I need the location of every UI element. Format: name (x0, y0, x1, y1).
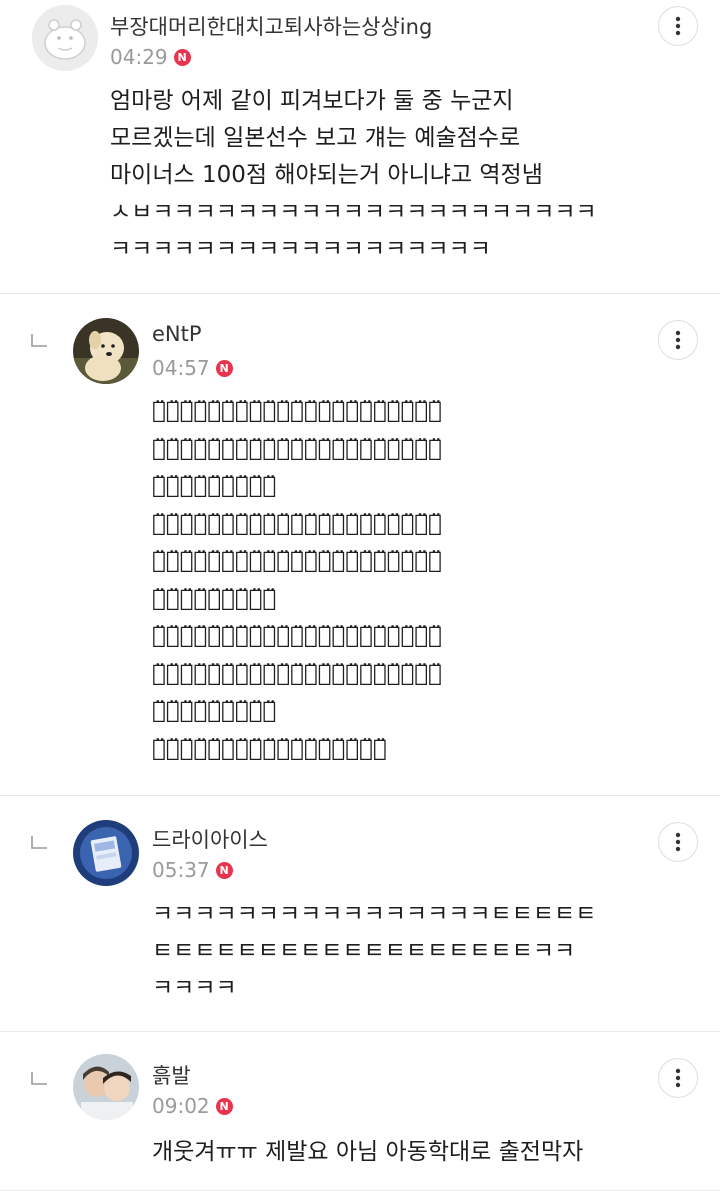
dog-avatar-icon (73, 318, 139, 384)
comment-line: ㅋㅋㅋㅋㅋㅋㅋㅋㅋㅋㅋㅋㅋㅋㅋㅋㅌㅌㅌㅌㅌ (152, 901, 597, 927)
reply-arrow-icon (31, 334, 47, 347)
timestamp: 04:29 (110, 45, 168, 69)
comment-line: ㅋ̈ㅋ̈ㅋ̈ㅋ̈ㅋ̈ㅋ̈ㅋ̈ㅋ̈ㅋ̈ㅋ̈ㅋ̈ㅋ̈ㅋ̈ㅋ̈ㅋ̈ㅋ̈ㅋ̈ㅋ̈ㅋ̈ㅋ̈… (152, 623, 442, 649)
avatar[interactable] (73, 318, 139, 384)
reply-arrow-icon (31, 836, 47, 849)
comment-line: 개웃겨ㅠㅠ 제발요 아님 아동학대로 출전막자 (152, 1139, 584, 1165)
comment-line: 모르겠는데 일본선수 보고 걔는 예술점수로 (110, 125, 521, 151)
author-name[interactable]: eNtP (152, 322, 202, 346)
people-avatar-icon (73, 1054, 139, 1120)
author-name[interactable]: 드라이아이스 (152, 824, 268, 854)
comment-line: 엄마랑 어제 같이 피겨보다가 둘 중 누군지 (110, 88, 514, 114)
new-badge: N (173, 48, 191, 66)
comment-time: 09:02 N (152, 1094, 233, 1118)
comment-body: 엄마랑 어제 같이 피겨보다가 둘 중 누군지 모르겠는데 일본선수 보고 걔는… (110, 83, 597, 268)
comment-1: 부장대머리한대치고퇴사하는상상ing 04:29 N 엄마랑 어제 같이 피겨보… (0, 0, 720, 294)
comment-body: 개웃겨ㅠㅠ 제발요 아님 아동학대로 출전막자 (152, 1134, 583, 1171)
comment-time: 05:37 N (152, 858, 233, 882)
more-options-button[interactable] (658, 1058, 698, 1098)
more-options-button[interactable] (658, 6, 698, 46)
comment-time: 04:57 N (152, 356, 233, 380)
comment-line: ㅋㅋㅋㅋ (152, 975, 237, 1001)
more-vertical-icon (675, 16, 681, 36)
comment-line: ㅅㅂㅋㅋㅋㅋㅋㅋㅋㅋㅋㅋㅋㅋㅋㅋㅋㅋㅋㅋㅋㅋㅋ (110, 199, 597, 225)
comment-line: ㅋ̈ㅋ̈ㅋ̈ㅋ̈ㅋ̈ㅋ̈ㅋ̈ㅋ̈ㅋ̈ㅋ̈ㅋ̈ㅋ̈ㅋ̈ㅋ̈ㅋ̈ㅋ̈ㅋ̈ㅋ̈ㅋ̈ㅋ̈… (152, 510, 442, 537)
comment-3: 드라이아이스 05:37 N ㅋㅋㅋㅋㅋㅋㅋㅋㅋㅋㅋㅋㅋㅋㅋㅋㅌㅌㅌㅌㅌ ㅌㅌㅌ… (0, 796, 720, 1032)
new-badge: N (215, 861, 233, 879)
avatar[interactable] (32, 5, 98, 71)
timestamp: 09:02 (152, 1094, 210, 1118)
comment-line: ㅋ̈ㅋ̈ㅋ̈ㅋ̈ㅋ̈ㅋ̈ㅋ̈ㅋ̈ㅋ̈ (152, 473, 277, 499)
comment-body: ㅋㅋㅋㅋㅋㅋㅋㅋㅋㅋㅋㅋㅋㅋㅋㅋㅌㅌㅌㅌㅌ ㅌㅌㅌㅌㅌㅌㅌㅌㅌㅌㅌㅌㅌㅌㅌㅌㅌㅌ… (152, 896, 596, 1007)
comment-line: ㅋ̈ㅋ̈ㅋ̈ㅋ̈ㅋ̈ㅋ̈ㅋ̈ㅋ̈ㅋ̈ (152, 585, 277, 612)
avatar[interactable] (73, 1054, 139, 1120)
author-name[interactable]: 부장대머리한대치고퇴사하는상상ing (110, 11, 432, 41)
comment-line: ㅋ̈ㅋ̈ㅋ̈ㅋ̈ㅋ̈ㅋ̈ㅋ̈ㅋ̈ㅋ̈ㅋ̈ㅋ̈ㅋ̈ㅋ̈ㅋ̈ㅋ̈ㅋ̈ㅋ̈ (152, 735, 387, 762)
timestamp: 04:57 (152, 356, 210, 380)
comment-time: 04:29 N (110, 45, 191, 69)
more-options-button[interactable] (658, 822, 698, 862)
comment-line: 마이너스 100점 해야되는거 아니냐고 역정냄 (110, 162, 543, 188)
comment-line: ㅋ̈ㅋ̈ㅋ̈ㅋ̈ㅋ̈ㅋ̈ㅋ̈ㅋ̈ㅋ̈ (152, 698, 277, 724)
comment-line: ㅋ̈ㅋ̈ㅋ̈ㅋ̈ㅋ̈ㅋ̈ㅋ̈ㅋ̈ㅋ̈ㅋ̈ㅋ̈ㅋ̈ㅋ̈ㅋ̈ㅋ̈ㅋ̈ㅋ̈ㅋ̈ㅋ̈ㅋ̈… (152, 548, 442, 574)
reply-arrow-icon (31, 1072, 47, 1085)
new-badge: N (215, 1097, 233, 1115)
hippo-avatar-icon (32, 5, 98, 71)
comment-4: 흙발 09:02 N 개웃겨ㅠㅠ 제발요 아님 아동학대로 출전막자 (0, 1032, 720, 1191)
comment-line: ㅌㅌㅌㅌㅌㅌㅌㅌㅌㅌㅌㅌㅌㅌㅌㅌㅌㅌㅋㅋ (152, 938, 576, 964)
comment-line: ㅋㅋㅋㅋㅋㅋㅋㅋㅋㅋㅋㅋㅋㅋㅋㅋㅋㅋ (110, 236, 491, 262)
more-vertical-icon (675, 1068, 681, 1088)
more-vertical-icon (675, 330, 681, 350)
comment-2: eNtP 04:57 N ㅋ̈ㅋ̈ㅋ̈ㅋ̈ㅋ̈ㅋ̈ㅋ̈ㅋ̈ㅋ̈ㅋ̈ㅋ̈ㅋ̈ㅋ̈ㅋ… (0, 294, 720, 796)
dry-ice-avatar-icon (73, 820, 139, 886)
more-options-button[interactable] (658, 320, 698, 360)
more-vertical-icon (675, 832, 681, 852)
comment-body: ㅋ̈ㅋ̈ㅋ̈ㅋ̈ㅋ̈ㅋ̈ㅋ̈ㅋ̈ㅋ̈ㅋ̈ㅋ̈ㅋ̈ㅋ̈ㅋ̈ㅋ̈ㅋ̈ㅋ̈ㅋ̈ㅋ̈ㅋ̈… (152, 393, 442, 768)
comment-line: ㅋ̈ㅋ̈ㅋ̈ㅋ̈ㅋ̈ㅋ̈ㅋ̈ㅋ̈ㅋ̈ㅋ̈ㅋ̈ㅋ̈ㅋ̈ㅋ̈ㅋ̈ㅋ̈ㅋ̈ㅋ̈ㅋ̈ㅋ̈… (152, 435, 442, 462)
new-badge: N (215, 359, 233, 377)
avatar[interactable] (73, 820, 139, 886)
comment-line: ㅋ̈ㅋ̈ㅋ̈ㅋ̈ㅋ̈ㅋ̈ㅋ̈ㅋ̈ㅋ̈ㅋ̈ㅋ̈ㅋ̈ㅋ̈ㅋ̈ㅋ̈ㅋ̈ㅋ̈ㅋ̈ㅋ̈ㅋ̈… (152, 398, 442, 424)
timestamp: 05:37 (152, 858, 210, 882)
author-name[interactable]: 흙발 (152, 1060, 191, 1090)
comment-line: ㅋ̈ㅋ̈ㅋ̈ㅋ̈ㅋ̈ㅋ̈ㅋ̈ㅋ̈ㅋ̈ㅋ̈ㅋ̈ㅋ̈ㅋ̈ㅋ̈ㅋ̈ㅋ̈ㅋ̈ㅋ̈ㅋ̈ㅋ̈… (152, 660, 442, 687)
